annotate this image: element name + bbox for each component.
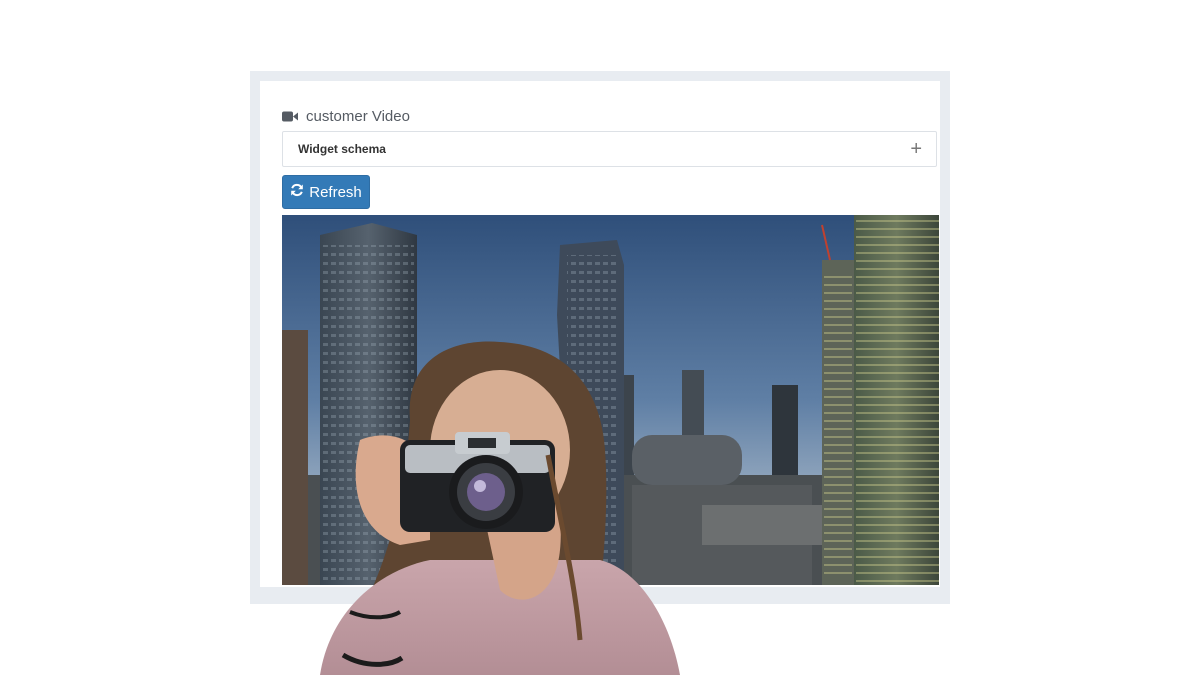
- city-skyline-image: [282, 215, 939, 585]
- plus-icon[interactable]: +: [910, 139, 922, 159]
- refresh-label: Refresh: [309, 183, 362, 201]
- widget-header: customer Video: [282, 106, 410, 126]
- widget-card: customer Video Widget schema + Refresh: [260, 81, 940, 587]
- video-feed[interactable]: [282, 215, 939, 585]
- refresh-icon: [290, 183, 304, 201]
- refresh-button[interactable]: Refresh: [282, 175, 370, 209]
- widget-frame: customer Video Widget schema + Refresh: [250, 71, 950, 604]
- video-camera-icon: [282, 111, 298, 122]
- widget-title: customer Video: [306, 107, 410, 125]
- accordion-label: Widget schema: [298, 142, 386, 156]
- widget-schema-accordion[interactable]: Widget schema +: [282, 131, 937, 167]
